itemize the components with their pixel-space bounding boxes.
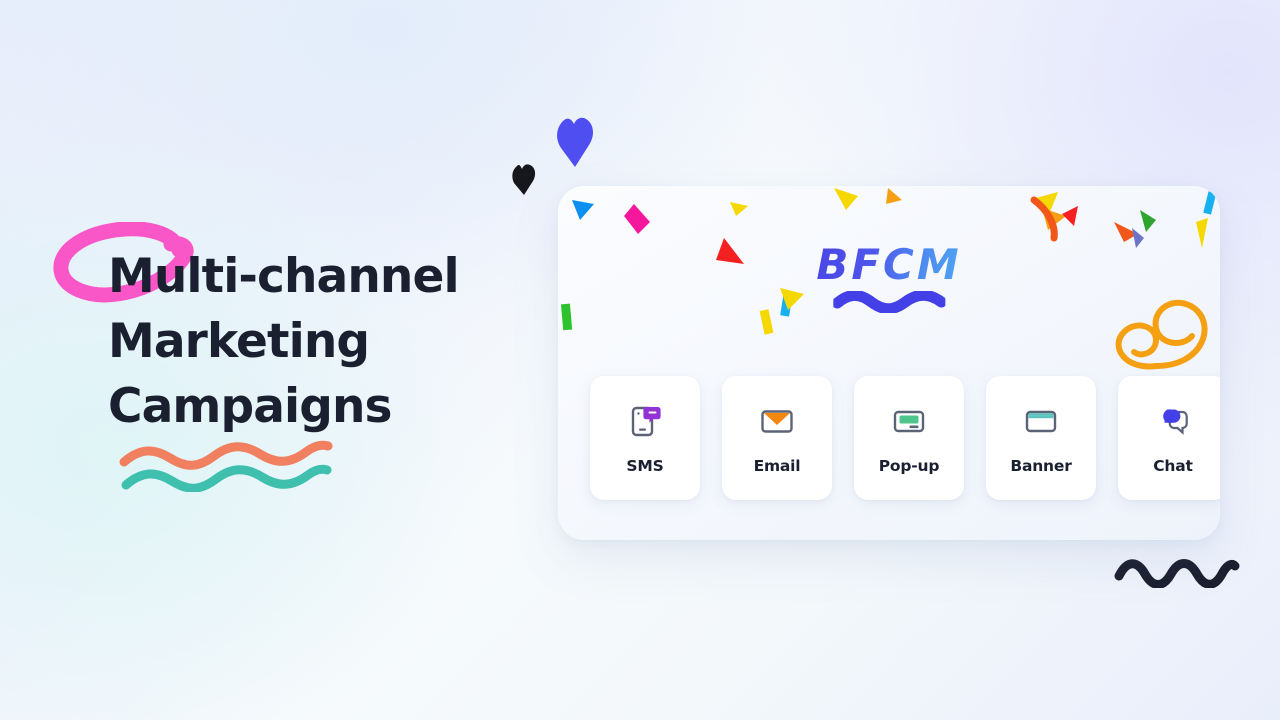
bfcm-wave-underline xyxy=(832,291,945,313)
bfcm-wordmark: BFCM xyxy=(816,244,961,313)
teal-wave-underline xyxy=(121,464,332,492)
channel-tile-chat[interactable]: Chat xyxy=(1118,376,1220,500)
campaign-panel: BFCM SMS Email Pop-up Banner Chat xyxy=(558,186,1220,540)
channel-tile-list: SMS Email Pop-up Banner Chat xyxy=(590,376,1220,500)
channel-label: Chat xyxy=(1153,456,1193,475)
channel-label: Banner xyxy=(1010,456,1072,475)
phone-chat-icon xyxy=(626,402,664,440)
channel-label: Email xyxy=(753,456,801,475)
black-heart-icon xyxy=(512,164,536,195)
channel-label: SMS xyxy=(626,456,664,475)
channel-label: Pop-up xyxy=(878,456,940,475)
channel-tile-popup[interactable]: Pop-up xyxy=(854,376,964,500)
popup-window-icon xyxy=(890,402,928,440)
navy-wave-squiggle xyxy=(1114,559,1240,588)
channel-tile-banner[interactable]: Banner xyxy=(986,376,1096,500)
chat-bubbles-icon xyxy=(1154,402,1192,440)
page-title: Multi-channel Marketing Campaigns xyxy=(108,249,460,434)
headline-block: Multi-channel Marketing Campaigns xyxy=(53,222,528,492)
blue-heart-icon xyxy=(557,117,593,167)
envelope-icon xyxy=(758,402,796,440)
page-canvas: Multi-channel Marketing Campaigns BFCM S… xyxy=(0,0,1280,720)
channel-tile-email[interactable]: Email xyxy=(722,376,832,500)
banner-window-icon xyxy=(1022,402,1060,440)
bfcm-text: BFCM xyxy=(816,240,962,289)
orange-wave-underline xyxy=(119,440,333,470)
channel-tile-sms[interactable]: SMS xyxy=(590,376,700,500)
headline-underlines xyxy=(119,440,333,492)
